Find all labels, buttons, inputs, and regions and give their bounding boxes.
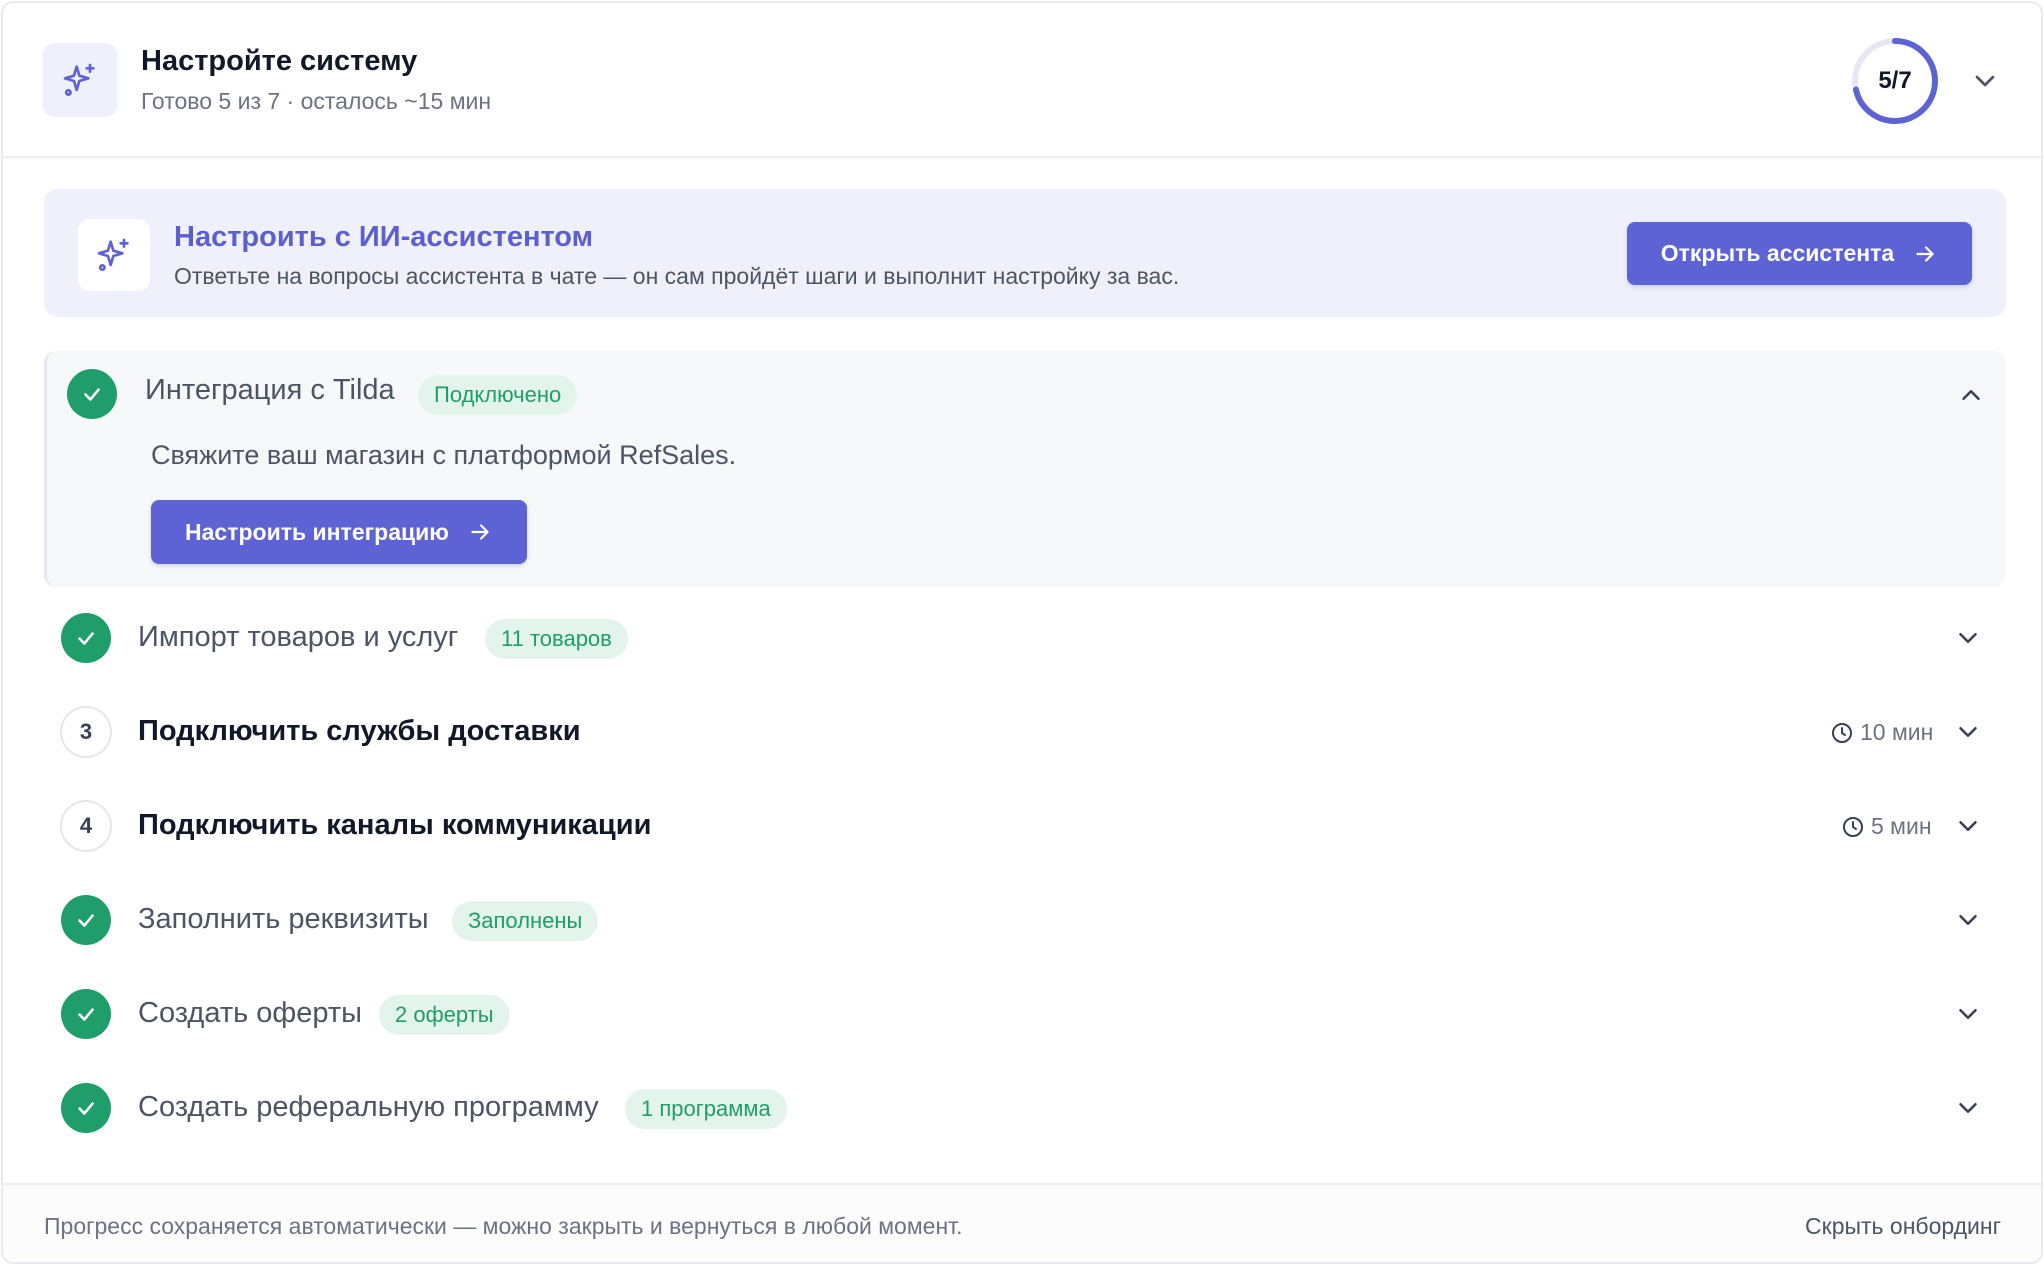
step-description: Свяжите ваш магазин с платформой RefSale… xyxy=(151,440,737,470)
status-badge: Подключено xyxy=(418,375,578,415)
status-badge: 11 товаров xyxy=(485,619,628,659)
sparkles-icon xyxy=(43,43,117,117)
check-icon xyxy=(61,1083,111,1133)
time-estimate-label: 10 мин xyxy=(1860,719,1934,745)
step-referral-program[interactable]: Создать реферальную программу 1 программ… xyxy=(44,1073,2006,1143)
chevron-down-icon[interactable] xyxy=(1953,623,1983,653)
check-icon xyxy=(61,613,111,663)
check-icon xyxy=(61,895,111,945)
ai-banner-title: Настроить с ИИ-ассистентом xyxy=(174,221,594,253)
configure-integration-button[interactable]: Настроить интеграцию xyxy=(151,500,527,564)
chevron-down-icon[interactable] xyxy=(1953,717,1983,747)
chevron-down-icon[interactable] xyxy=(1953,905,1983,935)
status-badge: 2 оферты xyxy=(379,995,510,1035)
onboarding-card: Настройте систему Готово 5 из 7 · остало… xyxy=(1,1,2043,1264)
page-title: Настройте систему xyxy=(141,45,418,77)
step-communication-channels[interactable]: 4 Подключить каналы коммуникации 5 мин xyxy=(44,791,2006,861)
open-assistant-button[interactable]: Открыть ассистента xyxy=(1627,222,1972,285)
step-label: Подключить службы доставки xyxy=(138,715,581,747)
sparkles-icon xyxy=(78,219,150,291)
ai-banner-description: Ответьте на вопросы ассистента в чате — … xyxy=(174,263,1180,289)
status-badge: Заполнены xyxy=(452,901,599,941)
ai-assistant-banner: Настроить с ИИ-ассистентом Ответьте на в… xyxy=(44,189,2006,317)
onboarding-header: Настройте систему Готово 5 из 7 · остало… xyxy=(3,3,2041,158)
open-assistant-button-label: Открыть ассистента xyxy=(1660,240,1895,266)
clock-icon xyxy=(1843,816,1863,837)
chevron-down-icon[interactable] xyxy=(1953,811,1983,841)
step-number: 4 xyxy=(60,800,112,852)
step-label: Заполнить реквизиты xyxy=(138,903,429,935)
chevron-up-icon[interactable] xyxy=(1956,380,1986,410)
check-icon xyxy=(61,989,111,1039)
clock-icon xyxy=(1832,722,1852,743)
step-delivery-services[interactable]: 3 Подключить службы доставки 10 мин xyxy=(44,697,2006,767)
step-offers[interactable]: Создать оферты 2 оферты xyxy=(44,979,2006,1049)
configure-integration-label: Настроить интеграцию xyxy=(185,518,449,545)
step-label: Создать реферальную программу xyxy=(138,1091,599,1123)
arrow-right-icon xyxy=(1916,245,1934,262)
arrow-right-icon xyxy=(471,524,489,540)
onboarding-footer: Прогресс сохраняется автоматически — мож… xyxy=(3,1183,2041,1262)
hide-onboarding-link[interactable]: Скрыть онбординг xyxy=(1805,1213,2001,1240)
progress-summary: Готово 5 из 7 · осталось ~15 мин xyxy=(141,88,492,114)
chevron-down-icon[interactable] xyxy=(1953,1093,1983,1123)
step-label: Создать оферты xyxy=(138,997,362,1029)
progress-counter: 5/7 xyxy=(1878,67,1912,94)
time-estimate-label: 5 мин xyxy=(1871,813,1932,839)
step-tilda-integration: Интеграция с Tilda Подключено Свяжите ва… xyxy=(44,351,2006,587)
chevron-down-icon[interactable] xyxy=(1953,999,1983,1029)
time-estimate: 5 мин xyxy=(1841,813,1932,840)
step-label: Импорт товаров и услуг xyxy=(138,621,459,653)
status-badge: 1 программа xyxy=(625,1089,787,1129)
collapse-chevron-icon[interactable] xyxy=(1969,65,2001,97)
time-estimate: 10 мин xyxy=(1830,719,1933,746)
step-number: 3 xyxy=(60,706,112,758)
autosave-note: Прогресс сохраняется автоматически — мож… xyxy=(44,1213,963,1239)
step-import-products[interactable]: Импорт товаров и услуг 11 товаров xyxy=(44,603,2006,673)
step-requisites[interactable]: Заполнить реквизиты Заполнены xyxy=(44,885,2006,955)
step-label: Подключить каналы коммуникации xyxy=(138,809,652,841)
check-icon xyxy=(67,369,117,419)
step-label: Интеграция с Tilda xyxy=(145,374,395,406)
